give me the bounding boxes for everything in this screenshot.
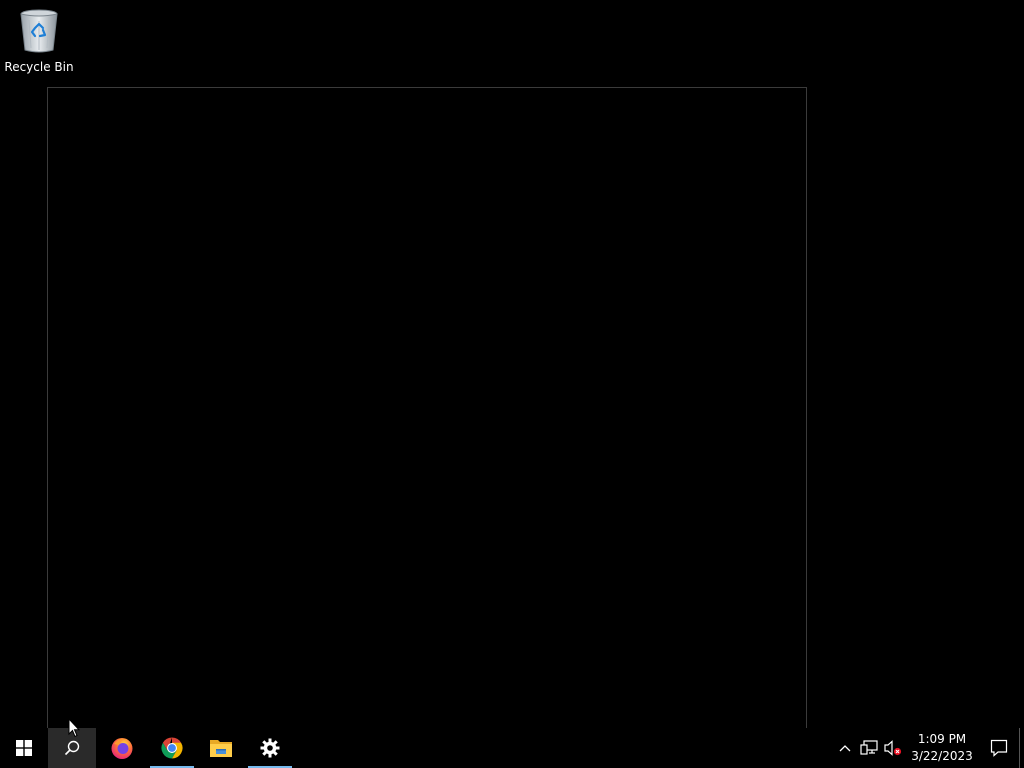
taskbar-app-file-explorer[interactable] [197, 728, 245, 768]
action-center-icon [990, 739, 1008, 757]
network-button[interactable] [857, 728, 881, 768]
start-button[interactable] [0, 728, 48, 768]
recycle-bin-icon [17, 6, 61, 54]
action-center-button[interactable] [979, 728, 1019, 768]
volume-button[interactable] [881, 728, 905, 768]
taskbar-app-firefox[interactable] [98, 728, 146, 768]
taskbar-clock[interactable]: 1:09 PM 3/22/2023 [905, 731, 979, 765]
firefox-icon [111, 738, 133, 759]
system-tray: 1:09 PM 3/22/2023 [833, 728, 1024, 768]
desktop-icon-recycle-bin[interactable]: Recycle Bin [4, 6, 74, 74]
taskbar: 1:09 PM 3/22/2023 [0, 728, 1024, 768]
mouse-cursor-icon [68, 717, 81, 738]
show-desktop-button[interactable] [1019, 728, 1024, 768]
taskbar-app-settings[interactable] [246, 728, 294, 768]
windows-logo-icon [16, 740, 32, 756]
desktop: Recycle Bin [0, 0, 1024, 728]
network-icon [860, 740, 878, 755]
chevron-up-icon [839, 745, 851, 752]
taskbar-app-chrome[interactable] [148, 728, 196, 768]
chrome-icon [161, 737, 183, 759]
empty-window[interactable] [47, 87, 807, 728]
clock-time: 1:09 PM [917, 732, 967, 746]
search-icon [64, 740, 80, 756]
file-explorer-icon [210, 740, 232, 757]
settings-gear-icon [260, 738, 280, 758]
clock-date: 3/22/2023 [911, 749, 973, 763]
volume-muted-icon [884, 740, 902, 756]
show-hidden-icons-button[interactable] [833, 728, 857, 768]
desktop-icon-label: Recycle Bin [4, 60, 74, 74]
